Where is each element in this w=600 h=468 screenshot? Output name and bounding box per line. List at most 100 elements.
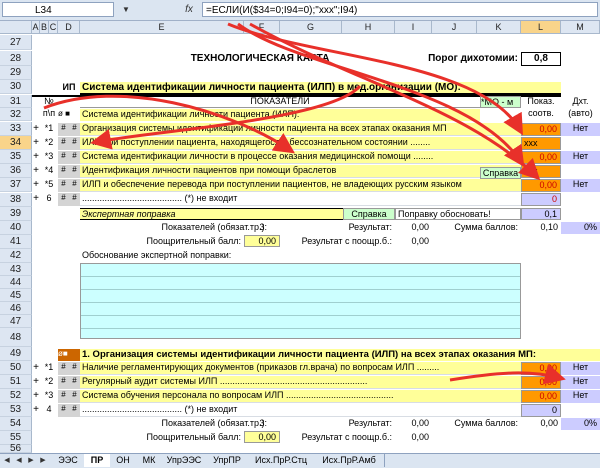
item-value[interactable]: 0,00 [521, 123, 561, 136]
row-header-34[interactable]: 34 [0, 136, 32, 150]
row-header-56[interactable]: 56 [0, 444, 32, 454]
result-value-1: 0,00 [411, 222, 429, 232]
row-plus-icon[interactable]: + [32, 390, 40, 403]
select-all-corner[interactable] [0, 21, 32, 34]
row-header-30[interactable]: 30 [0, 80, 32, 94]
column-header-f[interactable]: F [244, 21, 280, 34]
row-plus-icon[interactable]: + [32, 165, 40, 178]
bonus-value-2[interactable]: 0,00 [244, 431, 280, 443]
justify-textarea[interactable] [80, 263, 521, 339]
hash-marker: # [69, 137, 80, 150]
sec-item-value[interactable]: 0,00 [521, 362, 561, 375]
sheet-tab-5[interactable]: УпрПР [206, 454, 249, 467]
row-header-45[interactable]: 45 [0, 289, 32, 302]
column-header-i[interactable]: I [395, 21, 432, 34]
sheet-tab-1[interactable]: ПР [84, 454, 111, 467]
formula-input[interactable]: =ЕСЛИ(И($34=0;I94=0);"xxx";I94) [202, 2, 598, 17]
row-header-32[interactable]: 32 [0, 108, 32, 121]
sheet-tab-0[interactable]: ЭЭС [52, 454, 85, 467]
row-header-48[interactable]: 48 [0, 328, 32, 347]
row-header-51[interactable]: 51 [0, 375, 32, 389]
row-header-47[interactable]: 47 [0, 315, 32, 328]
function-icon[interactable]: fx [178, 2, 200, 17]
result-bonus-value-1: 0,00 [411, 236, 429, 246]
column-header-g[interactable]: G [280, 21, 342, 34]
row-header-50[interactable]: 50 [0, 361, 32, 375]
sheet-tab-3[interactable]: МК [136, 454, 163, 467]
row-header-42[interactable]: 42 [0, 249, 32, 263]
row-header-52[interactable]: 52 [0, 389, 32, 403]
row-plus-icon[interactable]: + [32, 179, 40, 192]
row-header-54[interactable]: 54 [0, 417, 32, 431]
prev-sheet-icon[interactable]: ◀ [14, 455, 24, 466]
row-plus-icon[interactable]: + [32, 193, 40, 206]
column-header-l[interactable]: L [521, 21, 561, 34]
row-header-41[interactable]: 41 [0, 235, 32, 249]
row-header-38[interactable]: 38 [0, 193, 32, 207]
column-header-h[interactable]: H [342, 21, 395, 34]
name-box[interactable]: L34 [2, 2, 114, 17]
item-text: ИЛП при поступлении пациента, находящего… [80, 137, 521, 150]
row-header-53[interactable]: 53 [0, 403, 32, 417]
column-header-j[interactable]: J [432, 21, 477, 34]
spravka-button[interactable]: Справка [480, 167, 521, 179]
row-plus-icon[interactable]: + [32, 376, 40, 389]
sec-item-value[interactable]: 0,00 [521, 376, 561, 389]
sheet-tab-7[interactable]: Исх.ПрР.Амб [314, 454, 385, 467]
column-header-m[interactable]: M [561, 21, 600, 34]
column-header-d[interactable]: D [58, 21, 80, 34]
name-box-dropdown-icon[interactable]: ▼ [120, 2, 132, 17]
row-header-33[interactable]: 33 [0, 122, 32, 136]
row-header-39[interactable]: 39 [0, 207, 32, 221]
expert-value[interactable]: 0,1 [521, 208, 561, 220]
row-header-28[interactable]: 28 [0, 51, 32, 66]
item-dht [561, 137, 600, 150]
item-value[interactable]: 0,00 [521, 179, 561, 192]
sec-item-text: Регулярный аудит системы ИЛП ...........… [80, 376, 521, 389]
expert-spravka[interactable]: Справка [343, 208, 395, 220]
row-header-40[interactable]: 40 [0, 221, 32, 235]
item-text: Идентификация личности пациентов при пом… [80, 165, 521, 178]
row-header-44[interactable]: 44 [0, 276, 32, 289]
column-header-k[interactable]: K [477, 21, 521, 34]
column-header-e[interactable]: E [80, 21, 244, 34]
row-header-27[interactable]: 27 [0, 35, 32, 50]
item-value[interactable]: ххх [521, 165, 561, 178]
result-label-1: Результат: [348, 222, 392, 232]
item-value[interactable]: 0,00 [521, 151, 561, 164]
column-header-b[interactable]: B [40, 21, 49, 34]
item-value[interactable]: ххх [521, 137, 561, 150]
row-header-46[interactable]: 46 [0, 302, 32, 315]
row-plus-icon[interactable]: + [32, 404, 40, 417]
column-header-c[interactable]: C [49, 21, 58, 34]
item-number: *2 [44, 137, 54, 147]
row-header-35[interactable]: 35 [0, 150, 32, 164]
row-header-37[interactable]: 37 [0, 178, 32, 192]
row-header-36[interactable]: 36 [0, 164, 32, 178]
row-header-31[interactable]: 31 [0, 95, 32, 108]
item-value[interactable]: 0 [521, 193, 561, 206]
column-header-a[interactable]: A [32, 21, 40, 34]
first-sheet-icon[interactable]: ◀ [2, 455, 12, 466]
sheet-tab-2[interactable]: ОН [110, 454, 137, 467]
pct-value-1: 0% [561, 222, 600, 234]
row-plus-icon[interactable]: + [32, 137, 40, 150]
sec-item-value[interactable]: 0,00 [521, 390, 561, 403]
row-header-29[interactable]: 29 [0, 66, 32, 80]
row-plus-icon[interactable]: + [32, 362, 40, 375]
sheet-tab-4[interactable]: УпрЭЭС [162, 454, 207, 467]
threshold-value[interactable]: 0,8 [521, 52, 561, 66]
hdr-avto: (авто) [568, 108, 593, 118]
row-header-43[interactable]: 43 [0, 263, 32, 276]
row-plus-icon[interactable]: + [32, 123, 40, 136]
row-plus-icon[interactable]: + [32, 151, 40, 164]
bonus-value-1[interactable]: 0,00 [244, 235, 280, 247]
sheet-tab-6[interactable]: Исх.ПрР.Стц [248, 454, 315, 467]
next-sheet-icon[interactable]: ▶ [26, 455, 36, 466]
item-number: *4 [44, 165, 54, 175]
sec-item-value[interactable]: 0 [521, 404, 561, 417]
last-sheet-icon[interactable]: ▶ [38, 455, 48, 466]
bonus-label-2: Поощрительный балл: [146, 432, 241, 442]
row-header-49[interactable]: 49 [0, 347, 32, 361]
item-number: 6 [46, 193, 52, 203]
